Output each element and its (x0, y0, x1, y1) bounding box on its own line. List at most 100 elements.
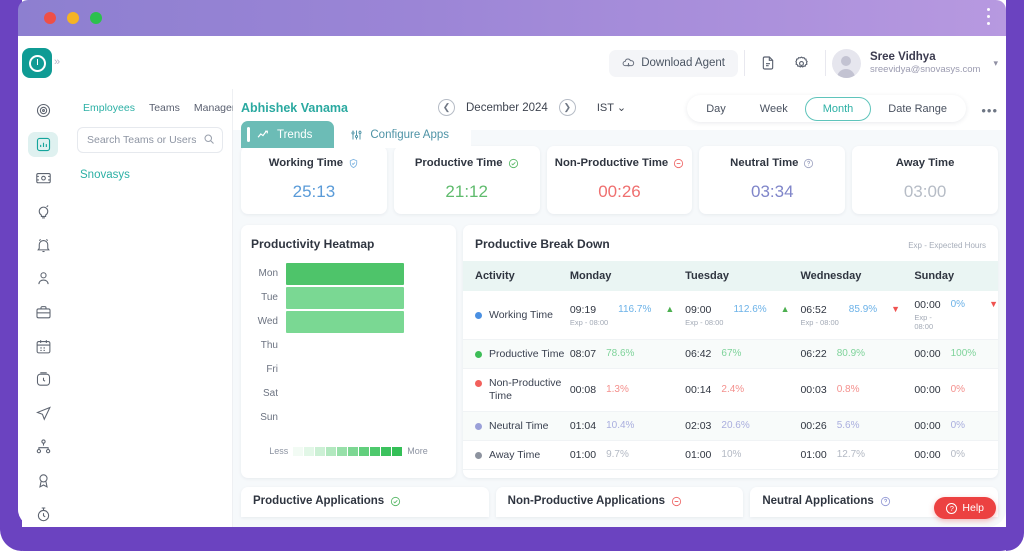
rail-item-dashboard-target-icon[interactable] (28, 98, 58, 124)
download-agent-button[interactable]: Download Agent (609, 50, 738, 77)
search-input[interactable] (77, 127, 223, 153)
org-item-snovasys[interactable]: Snovasys (80, 169, 232, 181)
cell-time: 00:26 (800, 420, 826, 432)
productive-applications-card[interactable]: Productive Applications (241, 487, 489, 517)
stat-card-non-productive-time[interactable]: Non-Productive Time 00:26 (547, 146, 693, 214)
avatar[interactable] (832, 49, 861, 78)
stat-value: 00:26 (547, 182, 693, 202)
zoom-window-button[interactable] (90, 12, 102, 24)
tab-teams[interactable]: Teams (142, 98, 187, 118)
left-panel-tabs: Employees Teams Managers (68, 89, 232, 118)
breakdown-note: Exp - Expected Hours (908, 241, 986, 250)
heatmap-day-label: Thu (251, 340, 286, 351)
minimize-window-button[interactable] (67, 12, 79, 24)
status-dot (475, 452, 482, 459)
rail-item-user-icon[interactable] (28, 266, 58, 292)
tab-configure-apps[interactable]: Configure Apps (334, 121, 471, 148)
app-logo-icon[interactable] (22, 48, 52, 78)
stat-card-neutral-time[interactable]: Neutral Time 03:34 (699, 146, 845, 214)
stat-card-productive-time[interactable]: Productive Time 21:12 (394, 146, 540, 214)
rail-item-timer-icon[interactable] (28, 501, 58, 527)
cell-pct: 12.7% (837, 449, 865, 461)
document-icon[interactable] (751, 46, 785, 80)
rail-item-insights-bulb-icon[interactable] (28, 199, 58, 225)
help-button[interactable]: ? Help (934, 497, 996, 519)
non-productive-applications-card[interactable]: Non-Productive Applications (496, 487, 744, 517)
pill-date-range[interactable]: Date Range (871, 98, 964, 120)
search-icon[interactable] (203, 133, 215, 145)
user-email: sreevidya@snovasys.com (870, 64, 981, 76)
heatmap-bar[interactable] (286, 311, 404, 333)
stat-value: 03:00 (852, 182, 998, 202)
rail-item-org-chart-icon[interactable] (28, 434, 58, 460)
date-navigator: ❮ December 2024 ❯ IST ⌄ (438, 99, 626, 116)
user-info[interactable]: Sree Vidhya sreevidya@snovasys.com (870, 50, 981, 76)
col-tuesday: Tuesday (685, 261, 800, 291)
shield-check-icon (348, 158, 359, 169)
applications-card-row: Productive Applications Non-Productive A… (241, 487, 998, 517)
heatmap-day-label: Sat (251, 388, 286, 399)
cell-time: 00:00 (914, 420, 940, 432)
gear-icon[interactable] (785, 46, 819, 80)
heatmap-bar[interactable] (286, 263, 404, 285)
rail-item-send-icon[interactable] (28, 400, 58, 426)
rail-item-award-icon[interactable] (28, 468, 58, 494)
activity-label: Working Time (489, 309, 553, 321)
search-wrapper (77, 127, 223, 153)
chevron-down-icon[interactable]: ▾ (993, 58, 998, 69)
tab-trends-label: Trends (277, 129, 312, 141)
rail-item-alerts-bell-icon[interactable] (28, 232, 58, 258)
cell-time: 00:03 (800, 384, 826, 396)
cell-time: 01:04 (570, 420, 596, 432)
chevron-right-icon[interactable]: ❯ (559, 99, 576, 116)
rail-item-analytics-chart-icon[interactable] (28, 132, 58, 158)
table-row: Productive Time 08:0778.6% 06:4267% 06:2… (463, 340, 998, 369)
cell-pct: 5.6% (837, 420, 860, 432)
card-label: Neutral Applications (762, 495, 873, 507)
arrow-down-icon: ▼ (989, 299, 998, 309)
vertical-dots-icon[interactable] (987, 8, 990, 25)
pill-month[interactable]: Month (805, 97, 872, 121)
question-circle-icon: ? (946, 503, 957, 514)
legend-less-label: Less (269, 446, 288, 456)
timezone-selector[interactable]: IST ⌄ (597, 101, 626, 114)
tab-trends[interactable]: Trends (241, 121, 334, 148)
activity-label: Away Time (489, 449, 540, 461)
heatmap-row: Tue (251, 286, 446, 309)
rail-item-screenshot-monitor-icon[interactable] (28, 165, 58, 191)
cell-exp: Exp - 08:00 (685, 318, 723, 327)
arrow-up-icon: ▲ (665, 304, 674, 314)
pill-day[interactable]: Day (689, 98, 743, 120)
table-header-row: Activity Monday Tuesday Wednesday Sunday (463, 261, 998, 291)
heatmap-day-label: Fri (251, 364, 286, 375)
heatmap-day-label: Sun (251, 412, 286, 423)
table-body: Working Time 09:19Exp - 08:00116.7%▲ 09:… (463, 291, 998, 470)
sidebar-expand-icon[interactable]: » (54, 56, 58, 68)
pill-week[interactable]: Week (743, 98, 805, 120)
status-dot (475, 351, 482, 358)
rail-item-briefcase-icon[interactable] (28, 300, 58, 326)
col-wednesday: Wednesday (800, 261, 914, 291)
timezone-label: IST (597, 102, 614, 114)
status-dot (475, 380, 482, 387)
rail-item-stopwatch-icon[interactable] (28, 367, 58, 393)
more-options-icon[interactable]: ••• (981, 103, 998, 118)
tab-employees[interactable]: Employees (76, 98, 142, 118)
traffic-lights (44, 12, 102, 24)
cell-pct: 80.9% (837, 348, 865, 360)
heatmap-row: Fri (251, 358, 446, 381)
col-activity: Activity (463, 261, 570, 291)
cell-time: 01:00 (685, 449, 711, 461)
main-toolbar: Abhishek Vanama ❮ December 2024 ❯ IST ⌄ … (233, 89, 1006, 130)
employee-name: Abhishek Vanama (241, 101, 348, 115)
stat-title: Productive Time (394, 157, 540, 169)
stat-card-away-time[interactable]: Away Time 03:00 (852, 146, 998, 214)
close-window-button[interactable] (44, 12, 56, 24)
chevron-left-icon[interactable]: ❮ (438, 99, 455, 116)
tab-configure-apps-label: Configure Apps (370, 129, 449, 141)
stat-card-working-time[interactable]: Working Time 25:13 (241, 146, 387, 214)
cell-pct: 0% (951, 449, 965, 461)
rail-item-calendar-icon[interactable] (28, 333, 58, 359)
heatmap-bar[interactable] (286, 287, 404, 309)
heatmap-day-label: Wed (251, 316, 286, 327)
